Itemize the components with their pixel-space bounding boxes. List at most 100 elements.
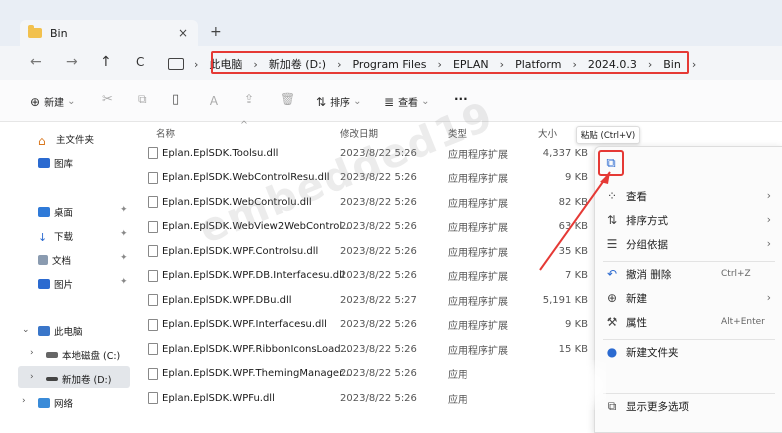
menu-separator [603, 339, 775, 340]
file-icon [148, 367, 158, 380]
sidebar-item-label: 文档 [52, 256, 72, 267]
context-item-label: 撤消 删除 [626, 268, 672, 281]
sort-indicator-icon: ^ [240, 120, 248, 131]
computer-icon [38, 326, 50, 336]
file-date: 2023/8/22 5:26 [340, 270, 417, 281]
sidebar-item-gallery[interactable]: 图库 [38, 156, 73, 170]
pin-icon[interactable]: ✦ [120, 253, 128, 263]
forward-icon[interactable]: → [66, 54, 78, 70]
menu-separator [603, 261, 775, 262]
file-type: 应用程序扩展 [448, 272, 508, 283]
context-item-label: 新建文件夹 [626, 346, 679, 359]
column-header-name[interactable]: 名称 [156, 126, 175, 140]
tab-bin[interactable]: Bin × [20, 20, 198, 46]
delete-icon[interactable]: 🗑 [280, 92, 295, 106]
refresh-icon[interactable]: C [136, 55, 144, 69]
chevron-right-icon[interactable]: › [22, 396, 26, 406]
view-button[interactable]: ≣ 查看 ⌄ [384, 94, 429, 110]
sidebar-item-label: 此电脑 [54, 327, 83, 338]
file-name: Eplan.EplSDK.WPF.Interfacesu.dll [162, 319, 327, 330]
context-item-label: 显示更多选项 [626, 400, 689, 413]
file-type: 应用程序扩展 [448, 223, 508, 234]
sidebar-item-downloads[interactable]: ↓ 下载 [38, 229, 74, 244]
context-item-label: 分组依据 [626, 238, 668, 251]
file-icon [148, 343, 158, 355]
back-icon[interactable]: ← [30, 54, 42, 70]
paste-icon[interactable]: ▯ [172, 92, 179, 107]
context-item-properties[interactable]: ⚒ 属性 Alt+Enter [595, 311, 782, 333]
pin-icon[interactable]: ✦ [120, 229, 128, 239]
sidebar-item-desktop[interactable]: 桌面 [38, 205, 73, 219]
close-icon[interactable]: × [178, 26, 188, 40]
context-item-group[interactable]: ☰ 分组依据 › [595, 233, 782, 255]
context-menu: ⁘ 查看 › ⇅ 排序方式 › ☰ 分组依据 › ↶ 撤消 删除 Ctrl+Z … [594, 146, 782, 433]
file-name: Eplan.EplSDK.Toolsu.dll [162, 147, 279, 159]
file-type: 应用程序扩展 [448, 296, 508, 308]
file-name: Eplan.EplSDK.WPF.ThemingManager... [162, 368, 352, 379]
column-header-size[interactable]: 大小 [538, 126, 557, 140]
file-date: 2023/8/22 5:26 [340, 196, 417, 208]
file-row[interactable]: Eplan.EplSDK.WPF.Interfacesu.dll 2023/8/2… [140, 313, 600, 337]
context-item-more-options[interactable]: ⧉ 显示更多选项 [595, 395, 782, 417]
sidebar-item-pictures[interactable]: 图片 [38, 277, 73, 291]
file-type: 应用程序扩展 [448, 247, 508, 259]
sidebar-item-label: 桌面 [54, 208, 74, 219]
title-bar: Bin × + [0, 0, 782, 46]
context-item-undo[interactable]: ↶ 撤消 删除 Ctrl+Z [595, 263, 782, 285]
context-item-label: 属性 [626, 316, 647, 329]
sidebar-item-home[interactable]: ⌂ 主文件夹 [38, 132, 94, 148]
sidebar-item-this-pc[interactable]: 此电脑 [38, 324, 83, 338]
file-row[interactable]: Eplan.EplSDK.WPF.DBu.dll 2023/8/22 5:27 应用… [140, 288, 600, 312]
context-item-label: 新建 [626, 292, 647, 305]
file-date: 2023/8/22 5:26 [340, 245, 417, 257]
context-item-sort[interactable]: ⇅ 排序方式 › [595, 209, 782, 231]
computer-icon [168, 58, 184, 70]
sidebar-item-label: 下载 [54, 232, 74, 243]
new-tab-icon[interactable]: + [210, 24, 222, 40]
chevron-down-icon[interactable]: ⌄ [22, 325, 30, 335]
file-row[interactable]: Eplan.EplSDK.WPF.RibbonIconsLoad... 2023/… [140, 337, 600, 361]
share-icon[interactable]: ⇪ [244, 92, 254, 106]
rename-icon[interactable]: Ａ [208, 92, 220, 109]
copy-icon[interactable]: ⧉ [138, 92, 147, 107]
chevron-right-icon: › [194, 57, 199, 71]
chevron-right-icon[interactable]: › [30, 372, 34, 382]
file-type: 应用程序扩展 [448, 345, 508, 357]
file-date: 2023/8/22 5:26 [340, 343, 417, 355]
breadcrumb-highlight-box [211, 51, 689, 74]
plus-circle-icon: ⊕ [30, 94, 41, 109]
sidebar-item-network[interactable]: 网络 [38, 396, 73, 410]
sidebar-item-drive-d[interactable]: 新加卷 (D:) [46, 372, 111, 386]
sort-button[interactable]: ⇅ 排序 ⌄ [316, 94, 362, 110]
view-list-icon: ≣ [384, 94, 395, 109]
shortcut-label: Alt+Enter [721, 317, 765, 327]
blur-overlay [466, 360, 606, 410]
context-item-view[interactable]: ⁘ 查看 › [595, 185, 782, 207]
file-icon [148, 147, 158, 159]
chevron-down-icon: ⌄ [353, 96, 362, 107]
file-icon [148, 294, 158, 306]
chevron-right-icon[interactable]: › [30, 348, 34, 358]
plus-circle-icon: ⊕ [606, 291, 618, 305]
chevron-right-icon: › [691, 57, 697, 71]
context-item-new-folder[interactable]: ● 新建文件夹 [595, 341, 782, 363]
pin-icon[interactable]: ✦ [120, 277, 128, 287]
up-icon[interactable]: ↑ [100, 54, 112, 70]
shortcut-label: Ctrl+Z [721, 269, 751, 279]
file-type: 应用程序扩展 [448, 174, 508, 185]
file-icon [148, 171, 158, 184]
download-icon: ↓ [38, 231, 48, 244]
file-date: 2023/8/22 5:26 [340, 368, 417, 379]
file-name: Eplan.EplSDK.WPF.Controlsu.dll [162, 245, 319, 257]
file-size: 9 KB [565, 319, 588, 330]
sidebar-item-documents[interactable]: 文档 [38, 253, 71, 267]
view-button-label: 查看 [398, 98, 419, 109]
drive-icon [46, 352, 58, 358]
new-button[interactable]: ⊕ 新建 ⌄ [30, 94, 75, 110]
sidebar-item-drive-c[interactable]: 本地磁盘 (C:) [46, 348, 120, 362]
context-item-new[interactable]: ⊕ 新建 › [595, 287, 782, 309]
file-size: 5,191 KB [542, 294, 588, 306]
chevron-right-icon: › [766, 238, 771, 250]
pin-icon[interactable]: ✦ [120, 205, 128, 215]
cut-icon[interactable]: ✂ [102, 92, 113, 107]
